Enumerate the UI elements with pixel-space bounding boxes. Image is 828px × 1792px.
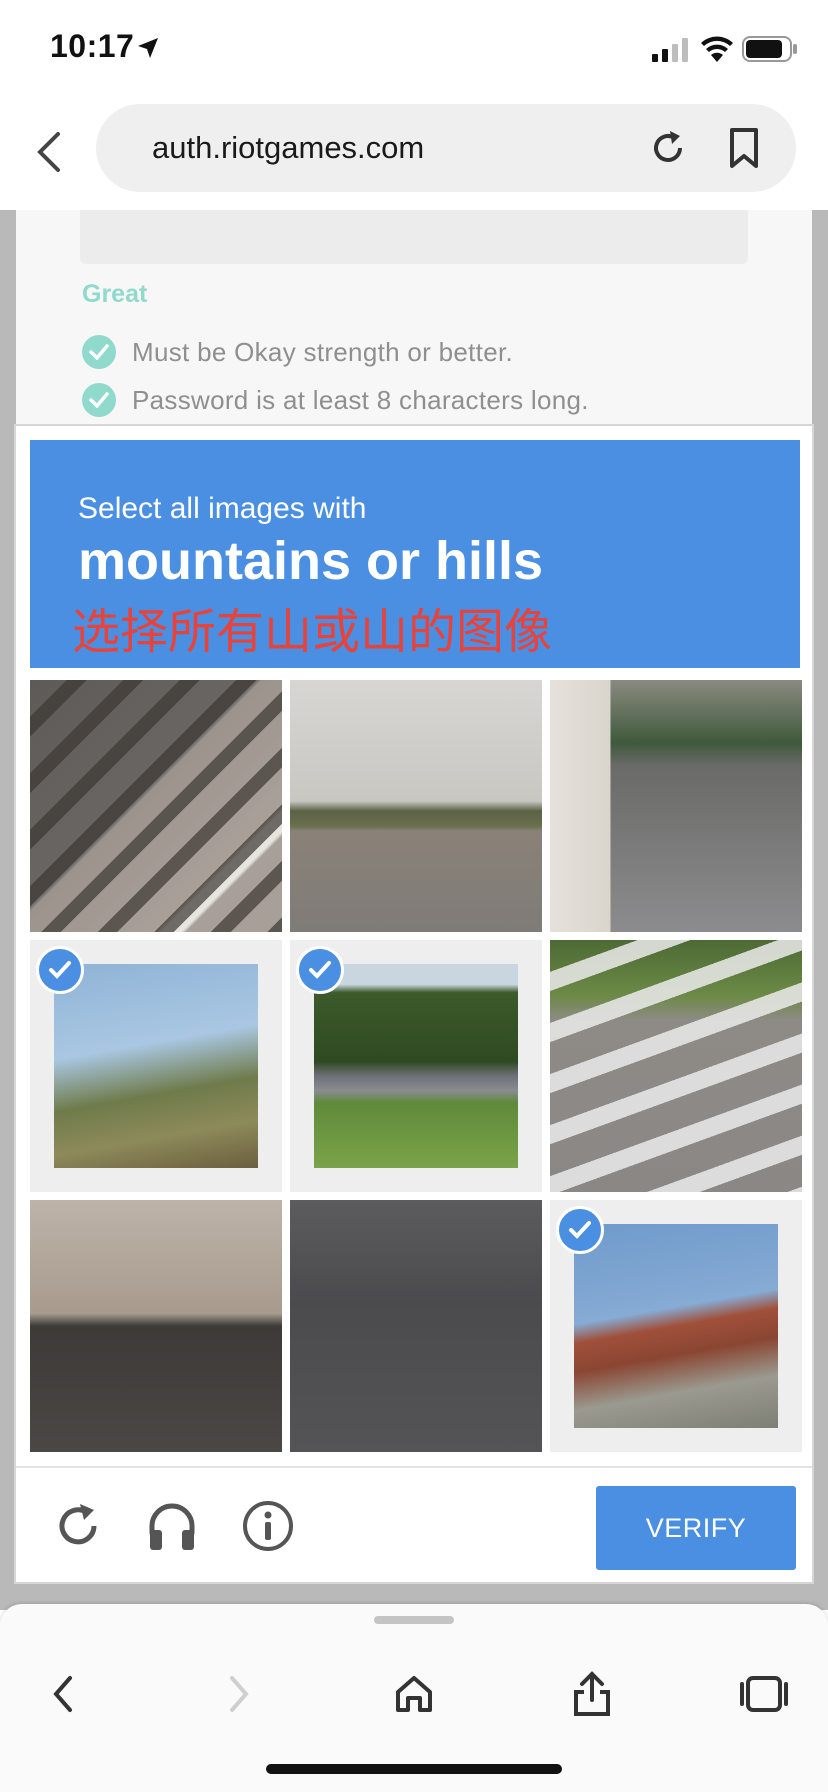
- tile-image-highway: [290, 680, 542, 932]
- check-circle-icon: [82, 335, 116, 369]
- prompt-instruction: Select all images with: [78, 492, 367, 525]
- password-field[interactable]: [80, 210, 748, 264]
- url-text: auth.riotgames.com: [152, 130, 425, 165]
- cellular-signal-icon: [652, 38, 688, 62]
- forward-icon[interactable]: [208, 1664, 268, 1724]
- captcha-tile-6[interactable]: [550, 940, 802, 1192]
- tile-image-asphalt: [290, 1200, 542, 1452]
- rule-row: Password is at least 8 characters long.: [82, 380, 589, 420]
- battery-icon: [742, 36, 797, 62]
- back-icon[interactable]: [34, 1664, 94, 1724]
- captcha-tile-5[interactable]: [290, 940, 542, 1192]
- captcha-tile-7[interactable]: [30, 1200, 282, 1452]
- signup-form-card: Great Must be Okay strength or better. P…: [16, 210, 812, 430]
- tile-image-red-hill: [574, 1224, 778, 1428]
- location-arrow-icon: [138, 38, 158, 58]
- home-icon[interactable]: [384, 1664, 444, 1724]
- reload-icon[interactable]: [646, 126, 690, 170]
- selected-check-icon: [556, 1206, 604, 1254]
- selected-check-icon: [296, 946, 344, 994]
- captcha-tile-2[interactable]: [290, 680, 542, 932]
- headphones-icon[interactable]: [144, 1498, 200, 1554]
- captcha-tile-9[interactable]: [550, 1200, 802, 1452]
- captcha-challenge: Select all images with mountains or hill…: [14, 424, 814, 1584]
- back-chevron-icon[interactable]: [30, 124, 70, 180]
- tabs-icon[interactable]: [734, 1664, 794, 1724]
- captcha-tile-4[interactable]: [30, 940, 282, 1192]
- status-time: 10:17: [50, 28, 135, 64]
- check-circle-icon: [82, 383, 116, 417]
- captcha-tile-8[interactable]: [290, 1200, 542, 1452]
- captcha-tile-3[interactable]: [550, 680, 802, 932]
- bookmark-icon[interactable]: [724, 126, 764, 170]
- tile-image-street-corner: [550, 680, 802, 932]
- info-icon[interactable]: [240, 1498, 296, 1554]
- browser-toolbar: [0, 1604, 828, 1792]
- tile-image-palm-hillside: [54, 964, 258, 1168]
- tile-image-crosswalk: [550, 940, 802, 1192]
- prompt-target: mountains or hills: [78, 531, 544, 591]
- url-field[interactable]: auth.riotgames.com: [96, 104, 796, 192]
- captcha-prompt-header: Select all images with mountains or hill…: [30, 440, 800, 668]
- password-strength-label: Great: [82, 280, 148, 308]
- captcha-footer: VERIFY: [16, 1466, 812, 1582]
- share-icon[interactable]: [562, 1664, 622, 1724]
- selected-check-icon: [36, 946, 84, 994]
- grab-handle[interactable]: [374, 1616, 454, 1624]
- status-bar: 10:17: [0, 0, 828, 96]
- rule-text: Must be Okay strength or better.: [132, 336, 514, 367]
- refresh-icon[interactable]: [50, 1498, 106, 1554]
- verify-button[interactable]: VERIFY: [596, 1486, 796, 1570]
- tile-image-wooded-hill: [314, 964, 518, 1168]
- home-indicator: [266, 1764, 562, 1774]
- tile-image-storefront: [30, 1200, 282, 1452]
- browser-address-bar: auth.riotgames.com: [0, 96, 828, 210]
- rule-row: Must be Okay strength or better.: [82, 332, 513, 372]
- captcha-tile-1[interactable]: [30, 680, 282, 932]
- rule-text: Password is at least 8 characters long.: [132, 384, 589, 415]
- tile-image-pavement: [30, 680, 282, 932]
- prompt-translation: 选择所有山或山的图像: [72, 604, 553, 660]
- wifi-icon: [701, 36, 733, 62]
